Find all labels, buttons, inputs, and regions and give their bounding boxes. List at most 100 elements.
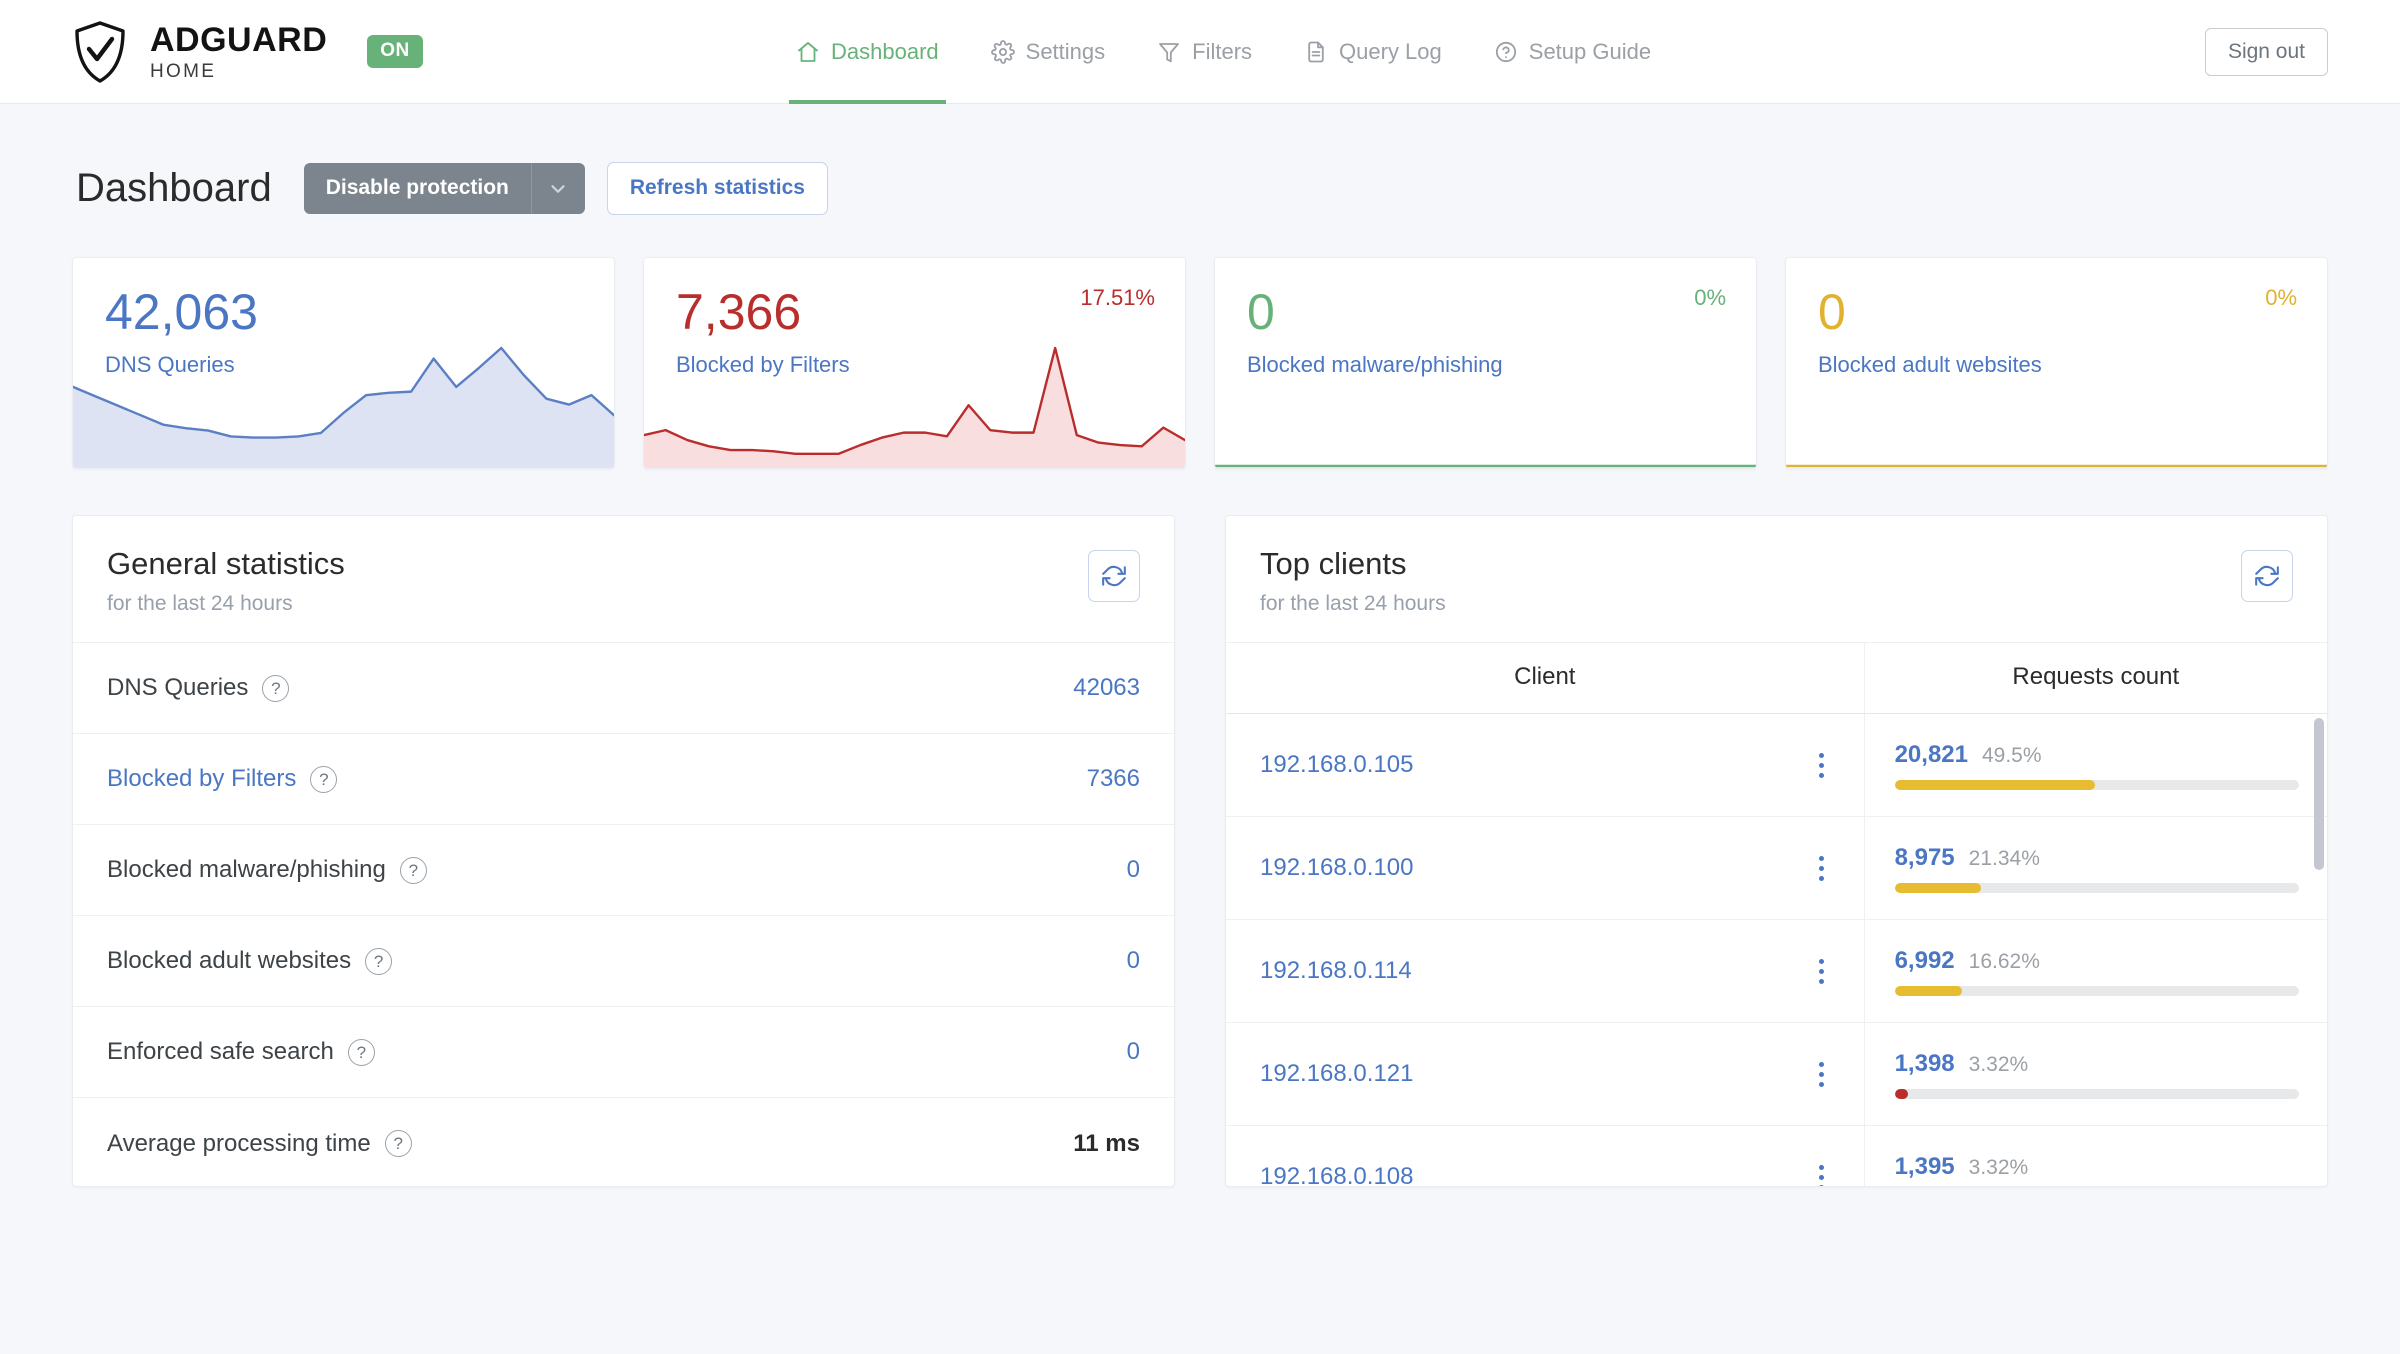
more-options-icon[interactable]: [1809, 747, 1834, 784]
requests-count-cell: 1,398 3.32%: [1865, 1050, 2327, 1099]
requests-count-bar: [1894, 985, 2299, 996]
requests-count-number: 20,821: [1894, 740, 1968, 768]
stat-card-number: 0: [1247, 284, 1275, 340]
top-clients-refresh-button[interactable]: [2241, 550, 2293, 602]
top-clients-row: 192.168.0.108 1,395 3.32%: [1226, 1126, 2327, 1186]
stat-card-number: 0: [1818, 284, 1846, 340]
disable-protection-button[interactable]: Disable protection: [303, 163, 585, 214]
requests-count-cell: 20,821 49.5%: [1865, 741, 2327, 790]
help-icon[interactable]: ?: [310, 765, 338, 793]
sign-out-button[interactable]: Sign out: [2204, 27, 2328, 76]
statistics-row: Blocked adult websites? 0: [73, 916, 1174, 1007]
help-icon[interactable]: ?: [399, 856, 427, 884]
stat-card-row: 42,063 DNS Queries 7,366 Blocked by Filters…: [72, 257, 2328, 469]
more-options-icon[interactable]: [1809, 1056, 1834, 1093]
requests-count-percent: 16.62%: [1968, 949, 2040, 973]
nav-item-label: Settings: [1025, 39, 1106, 64]
stat-card-dns-queries[interactable]: 42,063 DNS Queries: [72, 257, 615, 469]
stat-card-label[interactable]: DNS Queries: [105, 352, 582, 378]
stat-card-label[interactable]: Blocked by Filters: [676, 352, 1153, 378]
client-cell: 192.168.0.100: [1226, 817, 1865, 919]
general-statistics-rows: DNS Queries? 42063 Blocked by Filters? 7366…: [73, 643, 1174, 1186]
client-cell: 192.168.0.114: [1226, 920, 1865, 1022]
stat-card-blocked-by-filters[interactable]: 7,366 Blocked by Filters 17.51%: [643, 257, 1186, 469]
general-statistics-title: General statistics: [107, 546, 345, 581]
statistics-row-label: Enforced safe search: [107, 1038, 334, 1065]
general-statistics-refresh-button[interactable]: [1088, 550, 1140, 602]
stat-card-content: 0 Blocked malware/phishing: [1215, 258, 1756, 378]
help-icon[interactable]: ?: [365, 947, 393, 975]
nav-item-query-log[interactable]: Query Log: [1278, 0, 1468, 104]
top-clients-header: Top clients for the last 24 hours: [1226, 516, 2327, 643]
brand-subtitle: HOME: [150, 60, 217, 82]
column-header-requests-count[interactable]: Requests count: [1865, 643, 2327, 713]
client-ip-link[interactable]: 192.168.0.114: [1260, 957, 1412, 985]
help-icon[interactable]: ?: [384, 1130, 412, 1157]
stat-card-percent: 17.51%: [1080, 285, 1155, 310]
statistics-row-label[interactable]: Blocked by Filters: [107, 765, 296, 793]
nav-item-label: Setup Guide: [1528, 39, 1652, 64]
more-options-icon[interactable]: [1809, 1159, 1834, 1186]
sync-icon: [1102, 565, 1126, 587]
statistics-row: Average processing time? 11 ms: [73, 1098, 1174, 1186]
top-clients-row: 192.168.0.114 6,992 16.62%: [1226, 920, 2327, 1023]
requests-count-percent: 3.32%: [1968, 1052, 2029, 1076]
stat-card-label[interactable]: Blocked adult websites: [1818, 352, 2295, 378]
help-icon[interactable]: ?: [347, 1038, 375, 1066]
stat-card-blocked-malware-phishing[interactable]: 0 Blocked malware/phishing 0%: [1214, 257, 1757, 469]
top-clients-table-header: Client Requests count: [1226, 643, 2327, 714]
nav-item-settings[interactable]: Settings: [965, 0, 1132, 104]
top-clients-row: 192.168.0.121 1,398 3.32%: [1226, 1023, 2327, 1126]
statistics-row-value: 0: [1126, 856, 1140, 883]
main-navigation: Dashboard Settings Filters Query Log Setup G…: [770, 0, 1677, 104]
client-ip-link[interactable]: 192.168.0.105: [1260, 751, 1413, 779]
requests-count-values: 6,992 16.62%: [1895, 947, 2299, 975]
stat-card-blocked-adult-websites[interactable]: 0 Blocked adult websites 0%: [1785, 257, 2328, 469]
statistics-row-label: Blocked adult websites: [107, 947, 352, 974]
requests-count-number: 6,992: [1894, 946, 1955, 974]
app-header: ADGUARD HOME ON Dashboard Settings Filters…: [0, 0, 2400, 104]
question-icon: [1495, 41, 1516, 63]
page-content: Dashboard Disable protection Refresh sta…: [0, 104, 2400, 1187]
adguard-shield-icon: [75, 20, 125, 83]
nav-item-setup-guide[interactable]: Setup Guide: [1468, 0, 1677, 104]
page-title: Dashboard: [76, 166, 272, 210]
statistics-row-value: 7366: [1086, 765, 1140, 792]
requests-count-bar: [1894, 882, 2299, 893]
statistics-row-label: Blocked malware/phishing: [107, 856, 386, 883]
top-clients-scrollbar-thumb[interactable]: [2314, 718, 2324, 870]
client-ip-link[interactable]: 192.168.0.100: [1260, 854, 1413, 882]
requests-count-number: 1,395: [1894, 1152, 1955, 1180]
nav-item-filters[interactable]: Filters: [1131, 0, 1278, 104]
requests-count-values: 1,395 3.32%: [1895, 1153, 2299, 1181]
general-statistics-titles: General statistics for the last 24 hours: [107, 546, 345, 616]
requests-count-bar-fill: [1894, 779, 2095, 790]
client-ip-link[interactable]: 192.168.0.121: [1260, 1060, 1413, 1088]
requests-count-number: 1,398: [1894, 1049, 1955, 1077]
requests-count-bar-fill: [1894, 882, 1981, 893]
nav-item-dashboard[interactable]: Dashboard: [770, 0, 965, 104]
help-icon[interactable]: ?: [262, 674, 290, 702]
statistics-row: Enforced safe search? 0: [73, 1007, 1174, 1098]
chevron-down-icon[interactable]: [530, 163, 585, 214]
more-options-icon[interactable]: [1809, 953, 1834, 990]
requests-count-number: 8,975: [1894, 843, 1955, 871]
statistics-row-left: Enforced safe search?: [107, 1038, 375, 1066]
requests-count-percent: 49.5%: [1981, 743, 2042, 767]
requests-count-cell: 1,395 3.32%: [1865, 1153, 2327, 1187]
client-ip-link[interactable]: 192.168.0.108: [1260, 1163, 1413, 1186]
refresh-statistics-button[interactable]: Refresh statistics: [606, 162, 828, 215]
statistics-row-value: 0: [1126, 1038, 1140, 1065]
stat-card-label[interactable]: Blocked malware/phishing: [1247, 352, 1724, 378]
requests-count-bar-fill: [1894, 1088, 1908, 1099]
client-cell: 192.168.0.105: [1226, 714, 1865, 816]
dashboard-toolbar: Dashboard Disable protection Refresh sta…: [72, 104, 2328, 215]
brand-name: ADGUARD: [150, 20, 328, 59]
brand-text: ADGUARD HOME: [150, 23, 327, 81]
top-clients-table-body: 192.168.0.105 20,821 49.5% 192.168.0.100 8,9…: [1226, 714, 2327, 1186]
column-header-client[interactable]: Client: [1226, 643, 1865, 713]
top-clients-titles: Top clients for the last 24 hours: [1260, 546, 1446, 616]
more-options-icon[interactable]: [1809, 850, 1834, 887]
nav-item-label: Filters: [1192, 39, 1253, 64]
client-cell: 192.168.0.108: [1226, 1126, 1865, 1186]
